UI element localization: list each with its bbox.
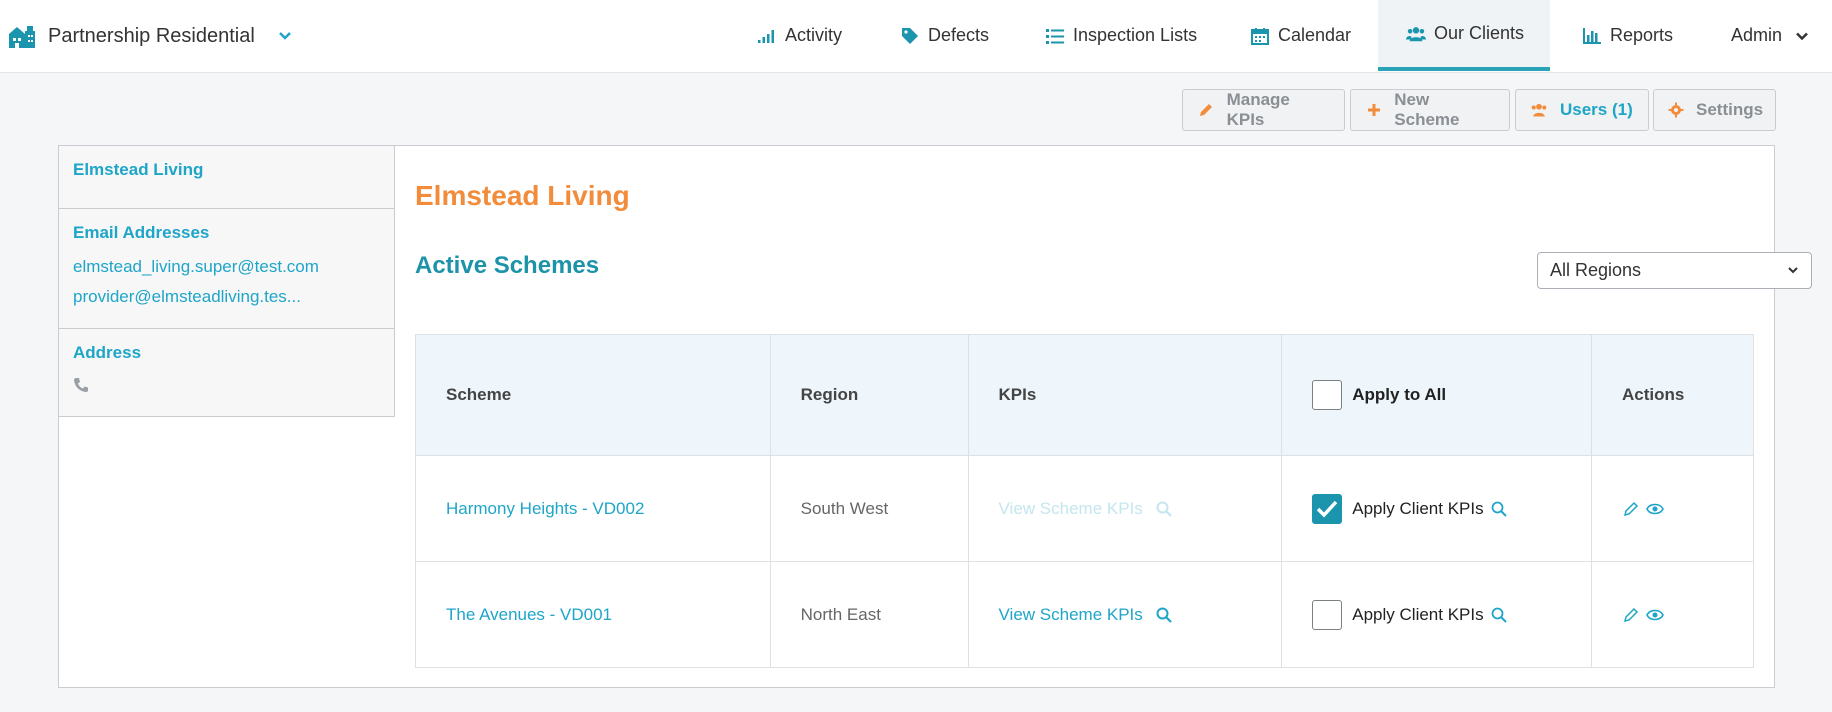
apply-client-kpis-checkbox[interactable] [1312, 493, 1343, 524]
header-scheme: Scheme [415, 334, 771, 456]
apply-client-kpis-label: Apply Client KPIs [1352, 604, 1484, 624]
signal-bars-icon [757, 26, 777, 46]
scheme-link[interactable]: The Avenues - VD001 [446, 605, 612, 624]
table-row: The Avenues - VD001 North East View Sche… [415, 561, 1754, 668]
users-button[interactable]: Users (1) [1515, 89, 1649, 131]
button-label: Settings [1696, 100, 1764, 119]
search-icon [1155, 500, 1173, 518]
nav-label: Activity [785, 25, 843, 45]
client-panel: Elmstead Living Email Addresses elmstead… [58, 145, 1812, 688]
users-icon [1406, 24, 1426, 44]
new-scheme-button[interactable]: New Scheme [1350, 89, 1510, 131]
brand[interactable]: Partnership Residential [6, 18, 293, 54]
table-row: Harmony Heights - VD002 South West View … [415, 455, 1754, 562]
view-scheme-kpis-link: View Scheme KPIs [998, 498, 1143, 518]
users-icon [1530, 101, 1548, 119]
button-label: Users (1) [1560, 100, 1633, 119]
client-sidebar: Elmstead Living Email Addresses elmstead… [59, 146, 395, 417]
apply-client-kpis-checkbox[interactable] [1312, 599, 1343, 630]
region-select-value: All Regions [1550, 260, 1642, 280]
edit-pencil-icon[interactable] [1622, 500, 1640, 518]
section-title: Active Schemes [415, 252, 600, 279]
header-apply-to-all: Apply to All [1281, 334, 1593, 456]
nav-label: Admin [1731, 25, 1783, 45]
email-link[interactable]: elmstead_living.super@test.com [73, 257, 380, 277]
email-title: Email Addresses [73, 223, 210, 242]
nav-label: Inspection Lists [1073, 25, 1198, 45]
schemes-table: Scheme Region KPIs Apply to All Actions … [415, 334, 1754, 668]
nav-label: Reports [1610, 25, 1674, 45]
brand-name: Partnership Residential [48, 24, 255, 47]
nav-label: Calendar [1278, 25, 1352, 45]
search-icon[interactable] [1490, 606, 1508, 624]
sidebar-email-section: Email Addresses elmstead_living.super@te… [59, 209, 394, 329]
eye-icon[interactable] [1646, 606, 1664, 624]
email-link[interactable]: provider@elmsteadliving.tes... [73, 287, 380, 307]
list-icon [1045, 26, 1065, 46]
nav-label: Our Clients [1434, 23, 1525, 43]
sidebar-client-name[interactable]: Elmstead Living [73, 160, 203, 179]
header-region: Region [769, 334, 969, 456]
gear-icon [1668, 101, 1684, 119]
plus-icon [1365, 101, 1382, 119]
scheme-link[interactable]: Harmony Heights - VD002 [446, 499, 644, 518]
region-cell: South West [769, 455, 969, 562]
phone-icon [73, 377, 89, 393]
chevron-down-icon [1792, 26, 1812, 46]
nav-calendar[interactable]: Calendar [1250, 0, 1351, 71]
apply-to-all-label: Apply to All [1352, 385, 1447, 404]
table-header-row: Scheme Region KPIs Apply to All Actions [415, 334, 1754, 456]
apply-to-all-checkbox[interactable] [1312, 380, 1343, 410]
bar-chart-icon [1582, 26, 1602, 46]
chevron-down-icon [1787, 260, 1799, 281]
address-title: Address [73, 343, 142, 362]
search-icon[interactable] [1155, 606, 1173, 624]
sidebar-address-section: Address [59, 329, 394, 407]
chevron-down-icon[interactable] [277, 28, 293, 44]
apply-client-kpis-label: Apply Client KPIs [1352, 498, 1484, 518]
nav-our-clients[interactable]: Our Clients [1378, 0, 1550, 71]
button-label: New Scheme [1394, 90, 1460, 129]
nav-admin[interactable]: Admin [1731, 0, 1812, 71]
calendar-icon [1250, 26, 1270, 46]
button-label: Manage KPIs [1226, 90, 1290, 129]
eye-icon[interactable] [1646, 500, 1664, 518]
manage-kpis-button[interactable]: Manage KPIs [1182, 89, 1345, 131]
sidebar-client-section: Elmstead Living [59, 146, 394, 209]
top-navigation: Partnership Residential Activity Defects… [0, 0, 1832, 73]
nav-defects[interactable]: Defects [900, 0, 989, 71]
region-select[interactable]: All Regions [1537, 252, 1812, 289]
header-actions: Actions [1591, 334, 1754, 456]
pencil-icon [1197, 101, 1215, 119]
building-icon [6, 20, 38, 52]
page-title: Elmstead Living [415, 180, 630, 211]
view-scheme-kpis-link[interactable]: View Scheme KPIs [999, 605, 1143, 625]
region-cell: North East [769, 561, 969, 668]
header-kpis: KPIs [967, 334, 1283, 456]
settings-button[interactable]: Settings [1653, 89, 1776, 131]
nav-label: Defects [928, 25, 990, 45]
nav-activity[interactable]: Activity [757, 0, 842, 71]
search-icon[interactable] [1490, 500, 1508, 518]
tag-icon [900, 26, 920, 46]
edit-pencil-icon[interactable] [1622, 606, 1640, 624]
nav-inspection-lists[interactable]: Inspection Lists [1045, 0, 1197, 71]
nav-reports[interactable]: Reports [1582, 0, 1673, 71]
